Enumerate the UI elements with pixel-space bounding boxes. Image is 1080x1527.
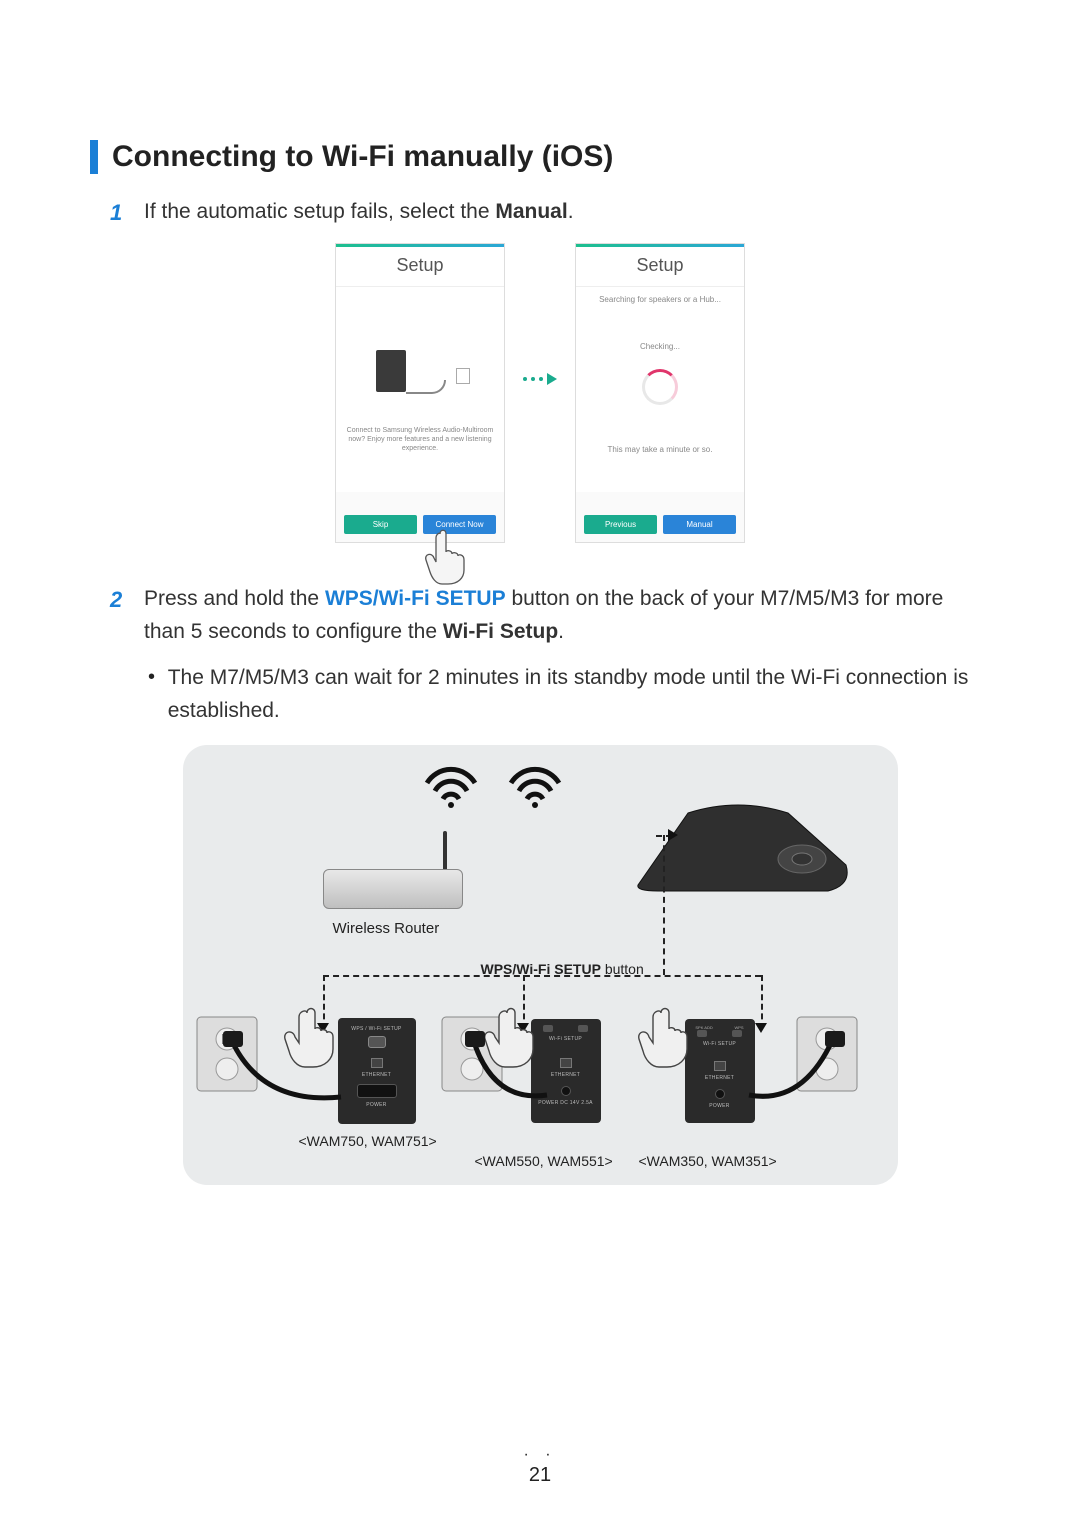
outlet-icon: [456, 368, 470, 384]
phone-right-body: Searching for speakers or a Hub... Check…: [576, 287, 744, 492]
page-dots-icon: · ·: [0, 1446, 1080, 1464]
phone-setup-left: Setup Connect to Samsung Wireless Audio-…: [335, 243, 505, 543]
skip-button[interactable]: Skip: [344, 515, 417, 534]
step-1-pre: If the automatic setup fails, select the: [144, 200, 495, 223]
model-label-750: <WAM750, WAM751>: [299, 1133, 437, 1149]
wireless-router-label: Wireless Router: [333, 920, 440, 937]
power-cord-icon: [743, 1025, 853, 1115]
dashed-connector: [663, 835, 665, 975]
finger-tap-icon: [422, 526, 472, 586]
phone-left-title: Setup: [336, 247, 504, 287]
wps-button-label-bold: WPS/Wi-Fi SETUP: [481, 961, 601, 977]
loading-spinner-icon: [642, 369, 678, 405]
phone-right-checking: Checking...: [640, 342, 680, 351]
wifi-signal-icon: [505, 763, 565, 808]
figure-phone-screens: Setup Connect to Samsung Wireless Audio-…: [90, 243, 990, 543]
speaker-icon: [376, 350, 406, 392]
power-port-icon: [357, 1084, 397, 1098]
step-2-wps: WPS/Wi-Fi SETUP: [325, 587, 506, 610]
step-1: 1 If the automatic setup fails, select t…: [110, 196, 990, 229]
power-port-icon: [715, 1089, 725, 1099]
phone-right-minute: This may take a minute or so.: [608, 445, 713, 454]
wps-button-icon: [368, 1036, 386, 1048]
step-1-bold: Manual: [495, 200, 567, 223]
step-2-t3: .: [558, 620, 564, 643]
dashed-connector: [761, 975, 763, 1029]
previous-button[interactable]: Previous: [584, 515, 657, 534]
phone-right-title: Setup: [576, 247, 744, 287]
step-1-post: .: [568, 200, 574, 223]
power-cord-icon: [221, 1025, 351, 1115]
manual-button[interactable]: Manual: [663, 515, 736, 534]
spk-add-button-icon: [697, 1030, 707, 1037]
ethernet-port-icon: [371, 1058, 383, 1068]
phone-right-searching: Searching for speakers or a Hub...: [599, 295, 721, 304]
wifi-signal-icon: [421, 763, 481, 808]
step-2-number: 2: [110, 583, 144, 648]
phone-left-caption: Connect to Samsung Wireless Audio-Multir…: [336, 426, 504, 453]
wps-button-label: WPS/Wi-Fi SETUP button: [481, 961, 644, 977]
page-number-value: 21: [0, 1464, 1080, 1487]
phone-right-footer: Previous Manual: [584, 515, 736, 534]
section-title: Connecting to Wi-Fi manually (iOS): [90, 140, 990, 174]
bullet-dot-icon: •: [148, 662, 168, 727]
step-2: 2 Press and hold the WPS/Wi-Fi SETUP but…: [110, 583, 990, 648]
step-2-bullet: • The M7/M5/M3 can wait for 2 minutes in…: [148, 662, 990, 727]
figure-wiring-diagram: Wireless Router WPS/Wi-Fi SETUP button W…: [183, 745, 898, 1185]
model-label-550: <WAM550, WAM551>: [475, 1153, 613, 1169]
phone-setup-right: Setup Searching for speakers or a Hub...…: [575, 243, 745, 543]
step-2-t1: Press and hold the: [144, 587, 325, 610]
step-1-number: 1: [110, 196, 144, 229]
wps-button-icon: [732, 1030, 742, 1037]
arrowhead-icon: [668, 829, 678, 841]
page-number: · · 21: [0, 1446, 1080, 1487]
step-2-bullet-text: The M7/M5/M3 can wait for 2 minutes in i…: [168, 662, 990, 727]
phone-left-body: Connect to Samsung Wireless Audio-Multir…: [336, 287, 504, 492]
speaker-plug-illustration: [370, 346, 470, 396]
wps-button-icon: [578, 1025, 588, 1032]
step-1-text: If the automatic setup fails, select the…: [144, 196, 574, 229]
step-2-wfs: Wi-Fi Setup: [443, 620, 558, 643]
hand-press-icon: [637, 1001, 697, 1071]
model-label-350: <WAM350, WAM351>: [639, 1153, 777, 1169]
wireless-router-icon: [313, 835, 473, 915]
transition-arrow-icon: [523, 373, 557, 385]
step-2-text: Press and hold the WPS/Wi-Fi SETUP butto…: [144, 583, 990, 648]
ethernet-port-icon: [714, 1061, 726, 1071]
power-cord-icon: [463, 1025, 563, 1115]
wps-button-label-rest: button: [601, 961, 644, 977]
cord-icon: [406, 380, 446, 394]
phone-left-footer: Skip Connect Now: [344, 515, 496, 534]
